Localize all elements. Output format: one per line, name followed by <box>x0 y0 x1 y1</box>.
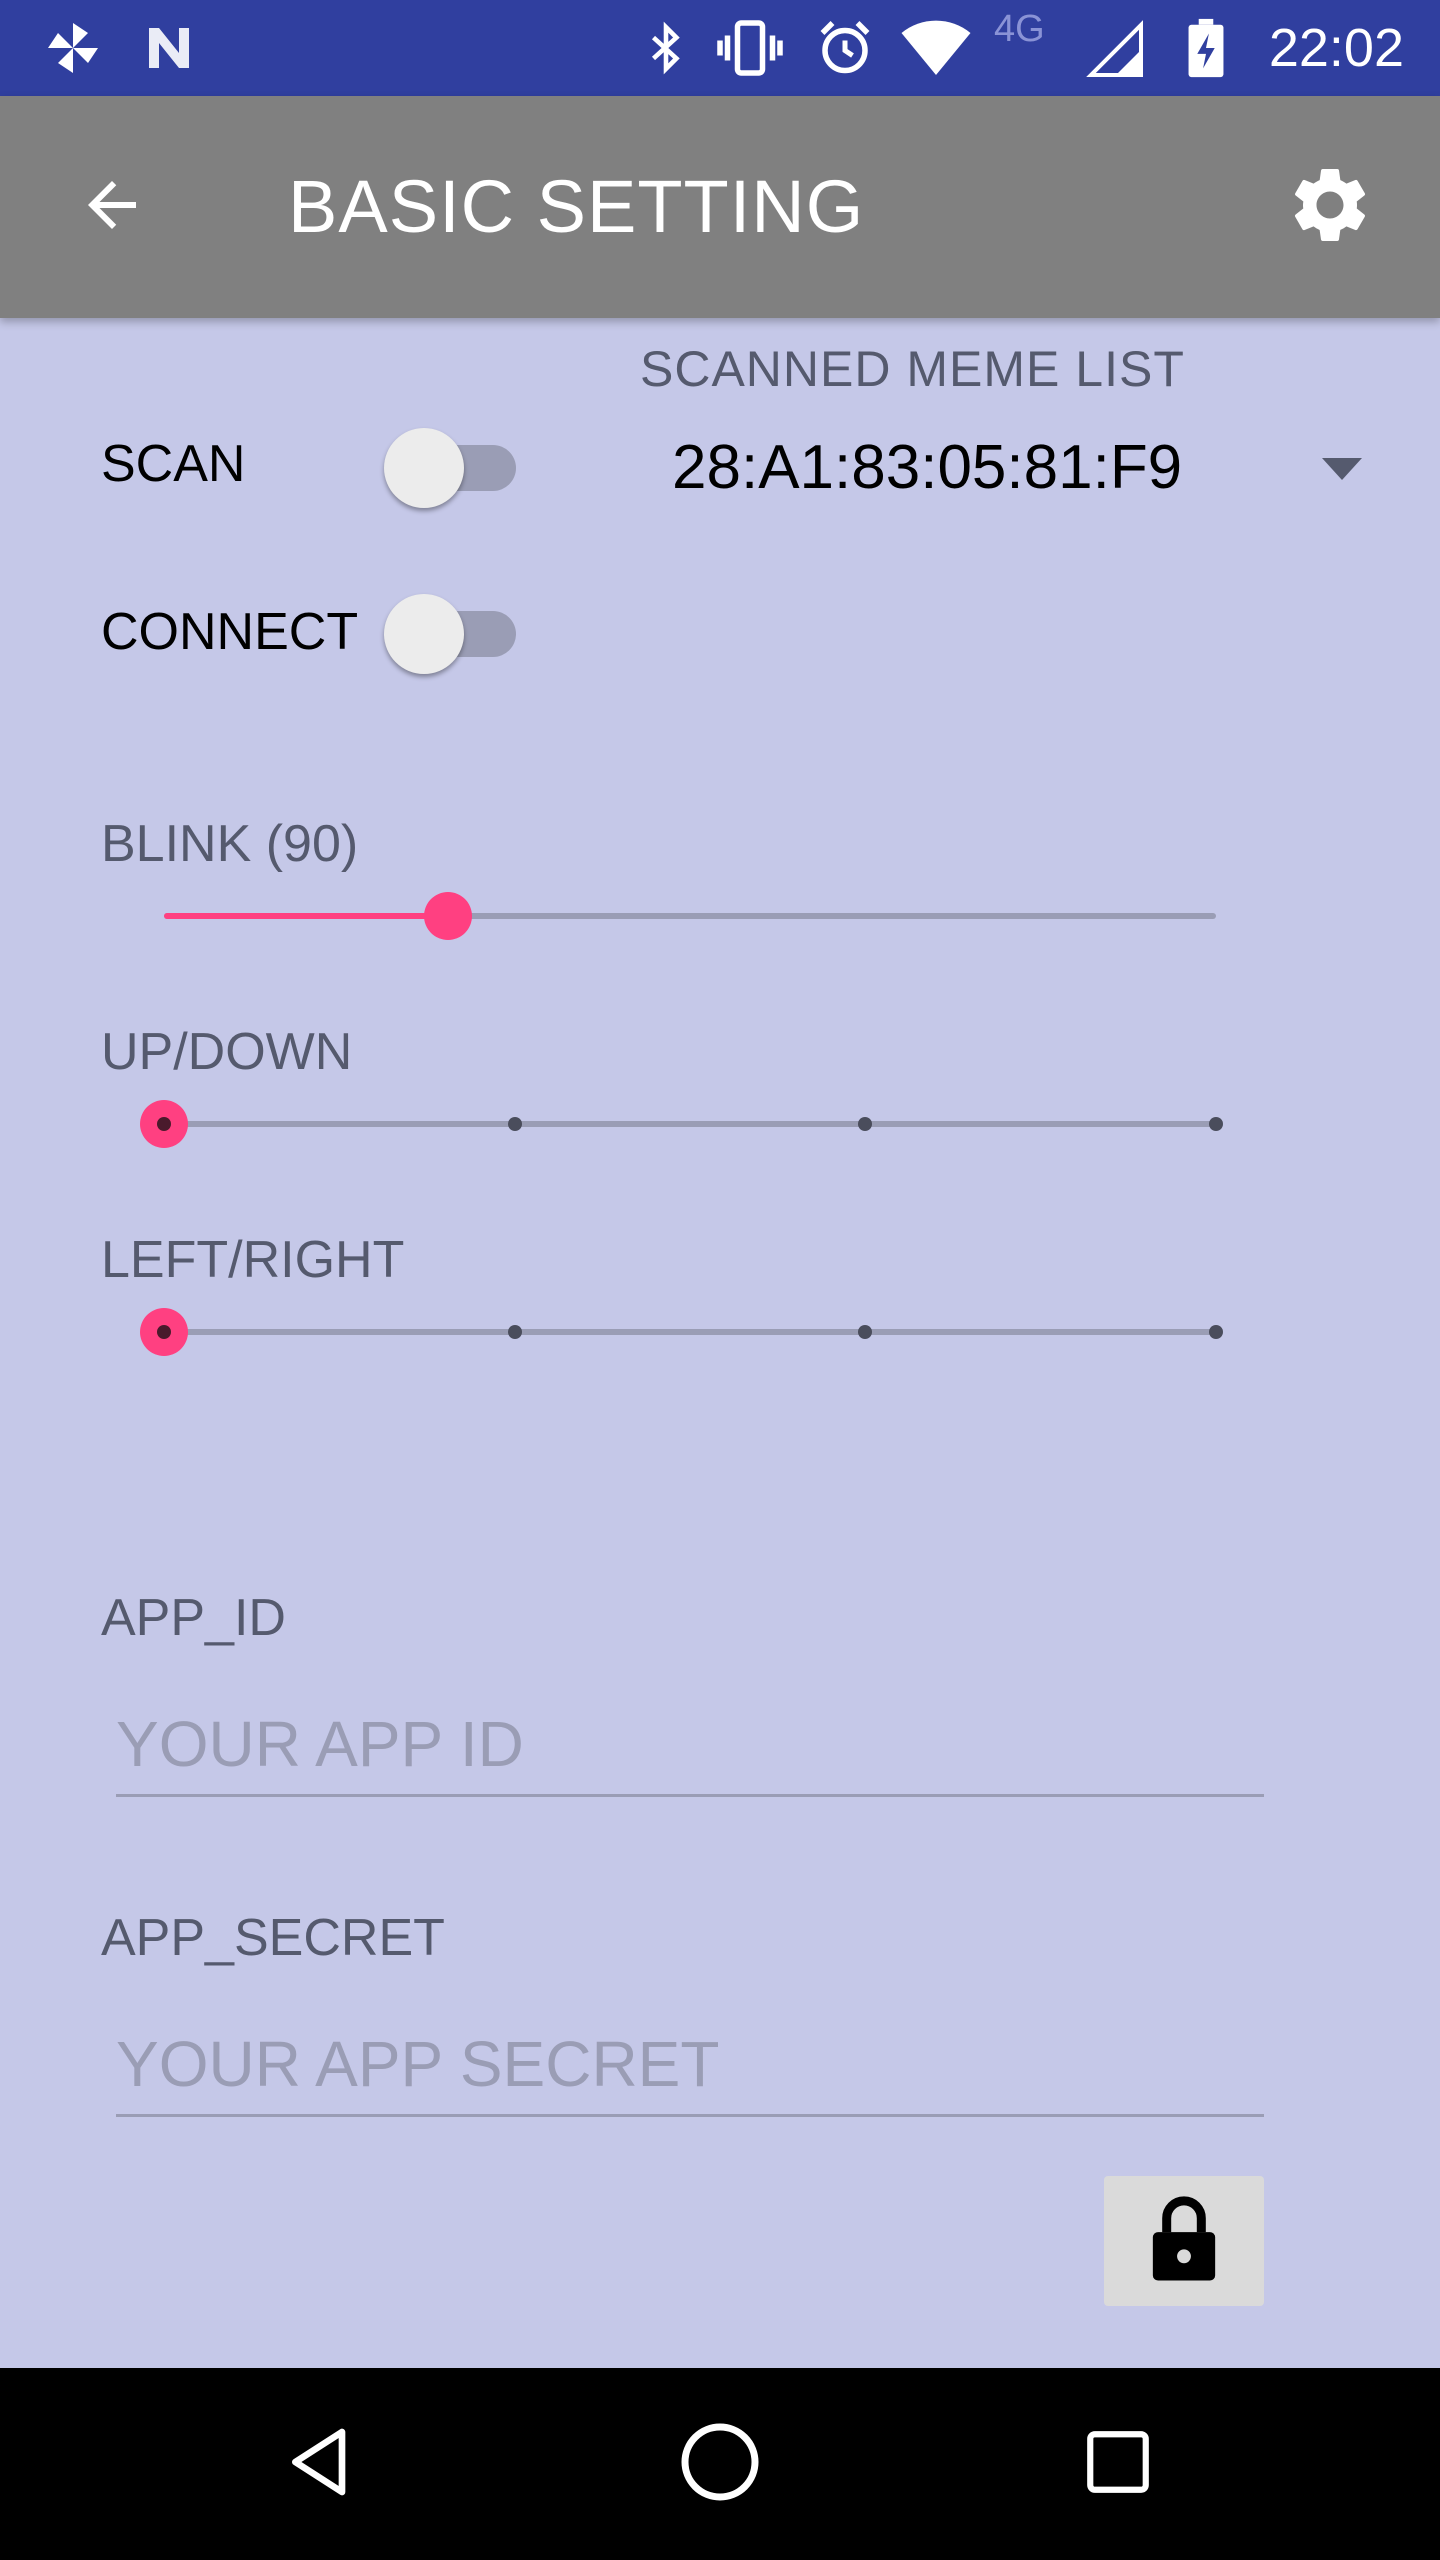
left-right-slider[interactable] <box>140 1296 1240 1368</box>
connect-switch[interactable] <box>384 584 524 674</box>
up-down-slider[interactable] <box>140 1088 1240 1160</box>
status-time: 22:02 <box>1268 18 1404 78</box>
up-down-slider-track <box>164 1121 1216 1127</box>
alarm-icon <box>812 14 878 82</box>
app-id-label: APP_ID <box>101 1589 286 1647</box>
app-secret-input[interactable] <box>116 2014 1264 2117</box>
app-bar: BASIC SETTING <box>0 96 1440 318</box>
blink-label: BLINK (90) <box>101 815 359 873</box>
left-right-slider-thumb-dot <box>157 1325 171 1339</box>
left-right-slider-tick <box>1209 1325 1223 1339</box>
nav-home-button[interactable] <box>660 2404 780 2524</box>
back-button[interactable] <box>52 147 172 267</box>
left-right-label: LEFT/RIGHT <box>101 1231 405 1289</box>
bluetooth-icon <box>636 14 696 82</box>
nav-back-button[interactable] <box>262 2404 382 2524</box>
connect-label: CONNECT <box>101 603 359 661</box>
network-type: 4G <box>994 8 1045 50</box>
nav-recents-icon <box>1081 2425 1155 2504</box>
up-down-slider-tick <box>507 1117 522 1131</box>
left-right-slider-tick <box>858 1325 873 1339</box>
nav-back-icon <box>282 2422 362 2507</box>
navigation-bar <box>0 2368 1440 2560</box>
up-down-slider-tick <box>1209 1117 1223 1131</box>
pinwheel-icon <box>38 14 108 82</box>
status-bar: 4G 22:02 <box>0 0 1440 96</box>
blink-slider-thumb[interactable] <box>424 892 473 940</box>
lock-button[interactable] <box>1104 2176 1264 2306</box>
gear-icon <box>1285 160 1375 255</box>
nav-home-icon <box>678 2420 762 2509</box>
up-down-slider-tick <box>858 1117 873 1131</box>
page-title: BASIC SETTING <box>288 165 865 248</box>
left-right-slider-tick <box>507 1325 522 1339</box>
scan-switch[interactable] <box>384 418 524 508</box>
scanned-list-label: SCANNED MEME LIST <box>640 341 1185 397</box>
battery-charging-icon <box>1178 14 1234 82</box>
scan-switch-thumb <box>384 428 464 508</box>
up-down-slider-thumb-dot <box>157 1117 171 1131</box>
settings-button[interactable] <box>1270 147 1390 267</box>
app-secret-label: APP_SECRET <box>101 1909 445 1967</box>
blink-slider-fill <box>164 913 449 919</box>
nav-recents-button[interactable] <box>1058 2404 1178 2524</box>
arrow-back-icon <box>76 169 148 246</box>
left-right-slider-track <box>164 1329 1216 1335</box>
n-icon <box>134 14 204 82</box>
up-down-label: UP/DOWN <box>101 1023 353 1081</box>
left-right-slider-thumb[interactable] <box>140 1308 188 1356</box>
vibrate-icon <box>712 14 788 82</box>
blink-slider[interactable] <box>140 880 1240 952</box>
screen: 4G 22:02 BASIC SETTING SCAN SCANNED MEME… <box>0 0 1440 2560</box>
scan-label: SCAN <box>101 435 246 493</box>
up-down-slider-thumb[interactable] <box>140 1100 188 1148</box>
dropdown-arrow-icon <box>1322 458 1362 480</box>
connect-switch-thumb <box>384 594 464 674</box>
scanned-list-spinner[interactable]: 28:A1:83:05:81:F9 <box>640 410 1380 530</box>
app-id-input[interactable] <box>116 1694 1264 1797</box>
cell-signal-icon: 4G <box>994 8 1143 82</box>
scanned-list-value: 28:A1:83:05:81:F9 <box>672 433 1183 502</box>
wifi-icon <box>896 14 976 82</box>
lock-icon <box>1149 2194 1219 2289</box>
